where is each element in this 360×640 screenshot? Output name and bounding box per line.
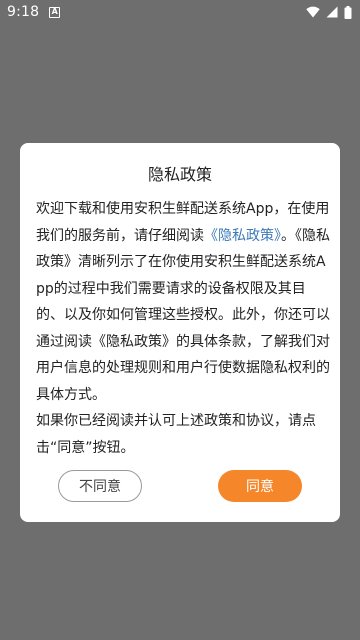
privacy-policy-link[interactable]: 《隐私政策》 <box>204 228 281 244</box>
battery-icon <box>344 5 352 19</box>
status-left: 9:18 A <box>7 4 61 20</box>
wifi-icon <box>306 6 320 18</box>
dialog-paragraph-1: 欢迎下载和使用安积生鲜配送系统App，在使用我们的服务前，请仔细阅读《隐私政策》… <box>36 196 330 408</box>
paragraph-1-text-rest: 。《隐私政策》清晰列示了在你使用安积生鲜配送系统App的过程中我们需要请求的设备… <box>36 227 330 403</box>
dialog-paragraph-2: 如果你已经阅读并认可上述政策和协议，请点击“同意”按钮。 <box>36 413 316 456</box>
dialog-body: 欢迎下载和使用安积生鲜配送系统App，在使用我们的服务前，请仔细阅读《隐私政策》… <box>36 196 330 461</box>
signal-icon <box>326 6 338 18</box>
disagree-button[interactable]: 不同意 <box>58 470 142 502</box>
status-bar: 9:18 A <box>0 0 360 24</box>
dialog-title: 隐私政策 <box>147 165 212 184</box>
status-time: 9:18 <box>7 4 40 20</box>
notification-icon: A <box>49 6 61 18</box>
privacy-dialog: 隐私政策 欢迎下载和使用安积生鲜配送系统App，在使用我们的服务前，请仔细阅读《… <box>20 143 340 522</box>
status-right <box>306 5 352 19</box>
agree-button[interactable]: 同意 <box>218 470 302 502</box>
